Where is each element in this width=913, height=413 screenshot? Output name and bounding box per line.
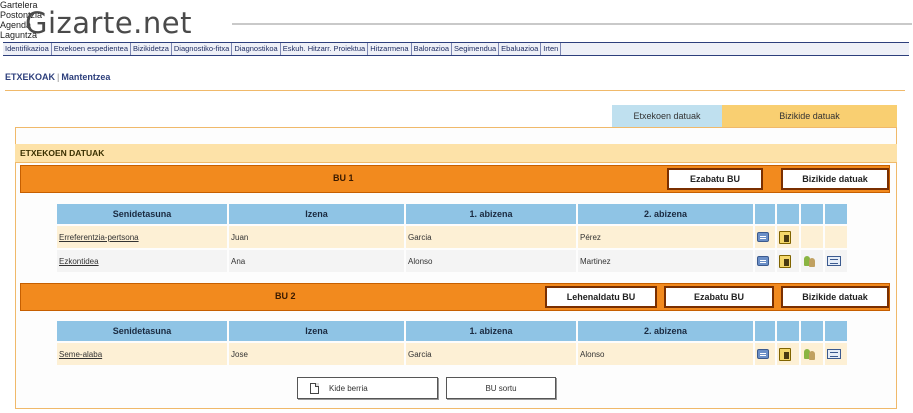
cohabitant-data-1-button[interactable]: Bizikide datuak <box>781 168 889 190</box>
cell-folder <box>825 343 847 365</box>
tab-balorazioa[interactable]: Balorazioa <box>412 43 453 55</box>
cell-card <box>777 343 799 365</box>
breadcrumb-divider <box>5 90 905 91</box>
table-header-row: Senidetasuna Izena 1. abizena 2. abizena <box>57 204 847 224</box>
cell-relation: Ezkontidea <box>57 250 227 272</box>
folder-icon[interactable] <box>827 349 841 359</box>
tab-bizikidetza[interactable]: Bizikidetza <box>131 43 172 55</box>
cell-relation: Seme-alaba <box>57 343 227 365</box>
col-action-edit <box>755 204 775 224</box>
create-unit-button[interactable]: BU sortu <box>446 377 556 399</box>
col-abizena-2: 2. abizena <box>578 204 753 224</box>
panel-title: ETXEKOEN DATUAK <box>15 144 897 163</box>
new-member-button[interactable]: Kide berria <box>297 377 438 399</box>
relation-link[interactable]: Erreferentzia-pertsona <box>59 233 139 242</box>
breadcrumb: ETXEKOAK | Mantentzea <box>5 72 110 82</box>
col-abizena-2: 2. abizena <box>578 321 753 341</box>
cell-surname1: Garcia <box>406 343 576 365</box>
col-action-edit <box>755 321 775 341</box>
col-izena: Izena <box>229 321 404 341</box>
people-icon[interactable] <box>803 255 816 268</box>
cell-edit <box>755 250 775 272</box>
col-action-folder <box>825 204 847 224</box>
cell-name: Juan <box>229 226 404 248</box>
tab-diagnostikoa[interactable]: Diagnostikoa <box>232 43 281 55</box>
table-row: Ezkontidea Ana Alonso Martinez <box>57 250 847 272</box>
app-logo: Gizarte.net <box>25 6 192 40</box>
col-action-people <box>801 204 823 224</box>
table-header-row: Senidetasuna Izena 1. abizena 2. abizena <box>57 321 847 341</box>
edit-icon[interactable] <box>757 232 769 242</box>
cell-surname2: Alonso <box>578 343 753 365</box>
unit-2-table: Senidetasuna Izena 1. abizena 2. abizena… <box>55 319 849 367</box>
card-icon[interactable] <box>779 254 791 268</box>
folder-icon[interactable] <box>827 256 841 266</box>
col-abizena-1: 1. abizena <box>406 321 576 341</box>
unit-title-1: BU 1 <box>333 173 354 183</box>
col-action-card <box>777 204 799 224</box>
tab-etxekoen-datuak[interactable]: Etxekoen datuak <box>612 105 722 127</box>
col-action-card <box>777 321 799 341</box>
cell-relation: Erreferentzia-pertsona <box>57 226 227 248</box>
cell-surname1: Alonso <box>406 250 576 272</box>
prioritize-unit-2-button[interactable]: Lehenaldatu BU <box>545 286 657 308</box>
cell-edit <box>755 226 775 248</box>
delete-unit-1-button[interactable]: Ezabatu BU <box>667 168 763 190</box>
breadcrumb-mantentzea[interactable]: Mantentzea <box>61 72 110 82</box>
card-icon[interactable] <box>779 347 791 361</box>
cell-folder <box>825 250 847 272</box>
card-icon[interactable] <box>779 230 791 244</box>
edit-icon[interactable] <box>757 349 769 359</box>
tab-hitzarmen-proiektua[interactable]: Eskuh. Hitzarr. Proiektua <box>281 43 369 55</box>
tab-segimendua[interactable]: Segimendua <box>452 43 500 55</box>
cell-surname2: Pérez <box>578 226 753 248</box>
col-abizena-1: 1. abizena <box>406 204 576 224</box>
col-senidetasuna: Senidetasuna <box>57 204 227 224</box>
header-divider <box>232 23 912 25</box>
relation-link[interactable]: Ezkontidea <box>59 257 99 266</box>
new-member-label: Kide berria <box>329 383 368 393</box>
cell-people <box>801 343 823 365</box>
cell-name: Ana <box>229 250 404 272</box>
new-document-icon <box>310 382 319 394</box>
cell-card <box>777 226 799 248</box>
cell-edit <box>755 343 775 365</box>
col-senidetasuna: Senidetasuna <box>57 321 227 341</box>
edit-icon[interactable] <box>757 256 769 266</box>
cohabitant-data-2-button[interactable]: Bizikide datuak <box>781 286 889 308</box>
col-action-folder <box>825 321 847 341</box>
module-tabbar: Identifikazioa Etxekoen espedientea Bizi… <box>3 42 909 56</box>
cell-card <box>777 250 799 272</box>
cell-surname1: Garcia <box>406 226 576 248</box>
cell-surname2: Martinez <box>578 250 753 272</box>
breadcrumb-etxekoak[interactable]: ETXEKOAK <box>5 72 55 82</box>
tab-ebaluazioa[interactable]: Ebaluazioa <box>499 43 542 55</box>
delete-unit-2-button[interactable]: Ezabatu BU <box>664 286 774 308</box>
relation-link[interactable]: Seme-alaba <box>59 350 102 359</box>
tab-diagnostiko-fitxa[interactable]: Diagnostiko-fitxa <box>172 43 233 55</box>
table-row: Erreferentzia-pertsona Juan Garcia Pérez <box>57 226 847 248</box>
unit-title-2: BU 2 <box>275 291 296 301</box>
cell-empty <box>825 226 847 248</box>
cell-people <box>801 250 823 272</box>
tab-irten[interactable]: Irten <box>541 43 562 55</box>
tab-etxekoen-espedientea[interactable]: Etxekoen espedientea <box>52 43 132 55</box>
cell-empty <box>801 226 823 248</box>
table-row: Seme-alaba Jose Garcia Alonso <box>57 343 847 365</box>
unit-1-table: Senidetasuna Izena 1. abizena 2. abizena… <box>55 202 849 274</box>
tab-hitzarmena[interactable]: Hitzarmena <box>368 43 412 55</box>
col-action-people <box>801 321 823 341</box>
tab-identifikazioa[interactable]: Identifikazioa <box>3 43 52 55</box>
col-izena: Izena <box>229 204 404 224</box>
people-icon[interactable] <box>803 348 816 361</box>
tab-bizikide-datuak[interactable]: Bizikide datuak <box>722 105 897 127</box>
cell-name: Jose <box>229 343 404 365</box>
